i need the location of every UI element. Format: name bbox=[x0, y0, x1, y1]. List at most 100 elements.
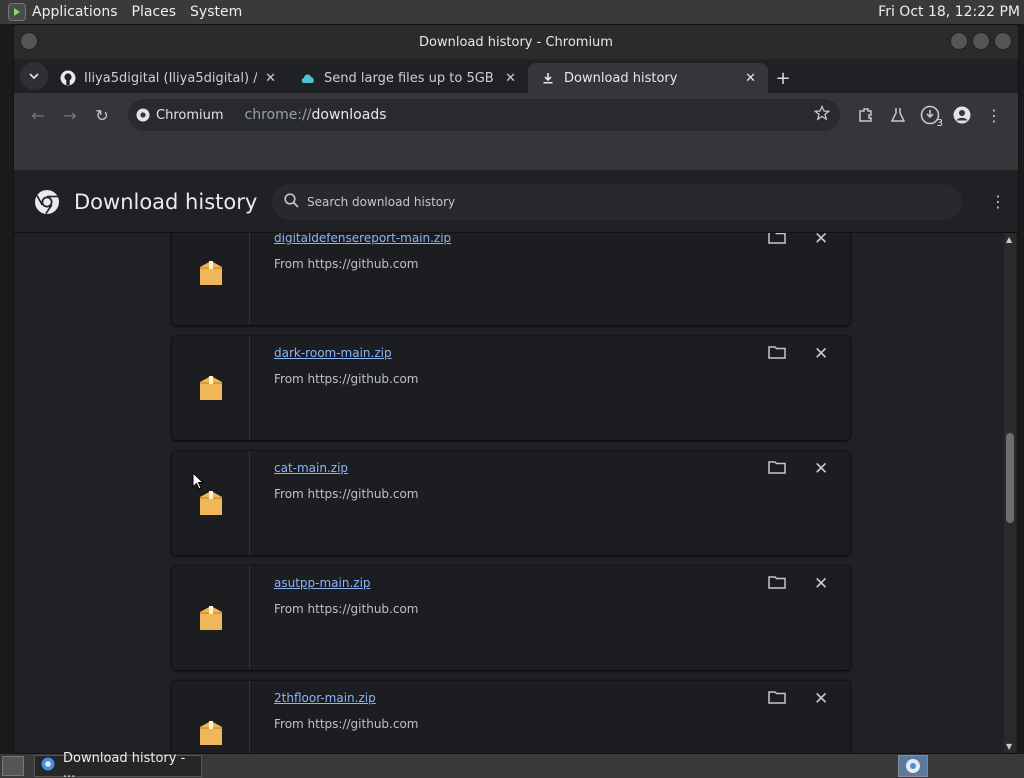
remove-download-close-icon[interactable]: ✕ bbox=[814, 233, 828, 249]
download-icon bbox=[540, 70, 556, 86]
show-in-folder-icon[interactable] bbox=[768, 233, 786, 248]
archive-file-icon bbox=[199, 721, 222, 745]
window-menu-button[interactable] bbox=[20, 32, 38, 50]
file-source: From https://github.com bbox=[274, 717, 419, 731]
search-placeholder: Search download history bbox=[307, 195, 456, 209]
file-name-link[interactable]: asutpp-main.zip bbox=[274, 576, 371, 590]
search-icon bbox=[284, 193, 299, 211]
download-item: cat-main.zip From https://github.com ✕ bbox=[172, 451, 850, 555]
labs-flask-icon[interactable] bbox=[882, 99, 914, 131]
bookmark-star-icon[interactable] bbox=[813, 104, 831, 125]
window-titlebar[interactable]: Download history - Chromium bbox=[14, 25, 1018, 59]
reload-icon[interactable]: ↻ bbox=[86, 99, 118, 131]
download-item: dark-room-main.zip From https://github.c… bbox=[172, 336, 850, 440]
remove-download-close-icon[interactable]: ✕ bbox=[814, 689, 828, 709]
search-downloads-input[interactable]: Search download history bbox=[272, 184, 962, 220]
profile-avatar-icon[interactable] bbox=[946, 99, 978, 131]
window-title: Download history - Chromium bbox=[419, 34, 613, 50]
show-in-folder-icon[interactable] bbox=[768, 459, 786, 478]
clock[interactable]: Fri Oct 18, 12:22 PM bbox=[878, 4, 1020, 20]
tab-close-icon[interactable]: ✕ bbox=[505, 71, 516, 86]
file-icon-area bbox=[172, 566, 250, 670]
minimize-button[interactable] bbox=[950, 32, 968, 50]
tab-title: Iliya5digital (Iliya5digital) / R bbox=[84, 70, 258, 86]
file-name-link[interactable]: digitaldefensereport-main.zip bbox=[274, 233, 451, 245]
file-source: From https://github.com bbox=[274, 487, 419, 501]
archive-file-icon bbox=[199, 606, 222, 630]
file-icon-area bbox=[172, 336, 250, 440]
downloads-page: Download history Search download history… bbox=[14, 171, 1018, 753]
file-name-link[interactable]: 2thfloor-main.zip bbox=[274, 691, 376, 705]
extensions-icon[interactable] bbox=[850, 99, 882, 131]
mouse-cursor-icon bbox=[192, 472, 204, 490]
site-chip-label: Chromium bbox=[156, 107, 224, 123]
tab-download-history[interactable]: Download history ✕ bbox=[528, 63, 768, 93]
chromium-icon bbox=[136, 108, 150, 122]
tab-close-icon[interactable]: ✕ bbox=[745, 71, 756, 86]
archive-file-icon bbox=[199, 376, 222, 400]
tray-chromium-icon[interactable] bbox=[898, 755, 928, 777]
downloads-menu-kebab-icon[interactable]: ⋮ bbox=[990, 192, 1006, 211]
address-bar[interactable]: Chromium chrome://downloads bbox=[128, 99, 840, 131]
file-source: From https://github.com bbox=[274, 257, 419, 271]
bookmarks-bar bbox=[14, 137, 1018, 171]
site-info-chip[interactable]: Chromium bbox=[136, 108, 237, 123]
remove-download-close-icon[interactable]: ✕ bbox=[814, 344, 828, 364]
file-name-link[interactable]: cat-main.zip bbox=[274, 461, 348, 475]
chromium-logo-icon bbox=[35, 189, 59, 214]
file-icon-area bbox=[172, 681, 250, 753]
scroll-down-arrow-icon[interactable]: ▼ bbox=[1006, 742, 1012, 751]
desktop-top-panel: Applications Places System Fri Oct 18, 1… bbox=[0, 0, 1024, 24]
tab-github[interactable]: Iliya5digital (Iliya5digital) / R ✕ bbox=[48, 63, 288, 93]
back-arrow-icon[interactable]: ← bbox=[22, 99, 54, 131]
downloads-list: digitaldefensereport-main.zip From https… bbox=[14, 233, 1004, 753]
taskbar-window-label: Download history - ... bbox=[63, 751, 186, 778]
show-in-folder-icon[interactable] bbox=[768, 574, 786, 593]
archive-file-icon bbox=[199, 261, 222, 285]
page-title: Download history bbox=[74, 189, 258, 214]
scrollbar-thumb[interactable] bbox=[1006, 433, 1014, 523]
remove-download-close-icon[interactable]: ✕ bbox=[814, 459, 828, 479]
cloud-icon bbox=[300, 70, 316, 86]
scroll-up-arrow-icon[interactable]: ▲ bbox=[1006, 235, 1012, 244]
forward-arrow-icon[interactable]: → bbox=[54, 99, 86, 131]
show-desktop-icon[interactable] bbox=[2, 756, 24, 776]
github-icon bbox=[60, 70, 76, 86]
tab-send-large-files[interactable]: Send large files up to 5GB fo ✕ bbox=[288, 63, 528, 93]
chevron-down-icon bbox=[29, 73, 39, 80]
browser-window: Download history - Chromium Iliya5digita… bbox=[13, 24, 1019, 754]
system-menu[interactable]: System bbox=[190, 4, 242, 20]
show-in-folder-icon[interactable] bbox=[768, 344, 786, 363]
close-window-button[interactable] bbox=[994, 32, 1012, 50]
page-scrollbar[interactable]: ▲ ▼ bbox=[1004, 233, 1016, 753]
applications-menu[interactable]: Applications bbox=[32, 4, 118, 20]
places-menu[interactable]: Places bbox=[132, 4, 177, 20]
download-item: digitaldefensereport-main.zip From https… bbox=[172, 233, 850, 325]
browser-menu-kebab-icon[interactable]: ⋮ bbox=[978, 99, 1010, 131]
tab-title: Download history bbox=[564, 70, 678, 86]
file-icon-area bbox=[172, 233, 250, 325]
file-source: From https://github.com bbox=[274, 372, 419, 386]
system-logo-icon[interactable] bbox=[8, 3, 26, 21]
taskbar-window-button[interactable]: Download history - ... bbox=[34, 751, 202, 778]
download-item: 2thfloor-main.zip From https://github.co… bbox=[172, 681, 850, 753]
file-source: From https://github.com bbox=[274, 602, 419, 616]
chromium-icon bbox=[41, 757, 55, 775]
archive-file-icon bbox=[199, 491, 222, 515]
downloads-count-badge: 3 bbox=[936, 118, 943, 129]
tab-title: Send large files up to 5GB fo bbox=[324, 70, 498, 86]
desktop-taskbar: Download history - ... bbox=[0, 751, 1024, 778]
maximize-button[interactable] bbox=[972, 32, 990, 50]
remove-download-close-icon[interactable]: ✕ bbox=[814, 574, 828, 594]
new-tab-button[interactable]: + bbox=[768, 63, 798, 93]
tab-close-icon[interactable]: ✕ bbox=[265, 71, 276, 86]
tab-strip: Iliya5digital (Iliya5digital) / R ✕ Send… bbox=[14, 59, 1018, 93]
file-name-link[interactable]: dark-room-main.zip bbox=[274, 346, 392, 360]
downloads-button[interactable]: 3 bbox=[914, 99, 946, 131]
tab-search-button[interactable] bbox=[20, 62, 48, 90]
url-scheme: chrome:// bbox=[244, 107, 312, 123]
show-in-folder-icon[interactable] bbox=[768, 689, 786, 708]
url-host: downloads bbox=[311, 107, 387, 123]
download-item: asutpp-main.zip From https://github.com … bbox=[172, 566, 850, 670]
file-icon-area bbox=[172, 451, 250, 555]
